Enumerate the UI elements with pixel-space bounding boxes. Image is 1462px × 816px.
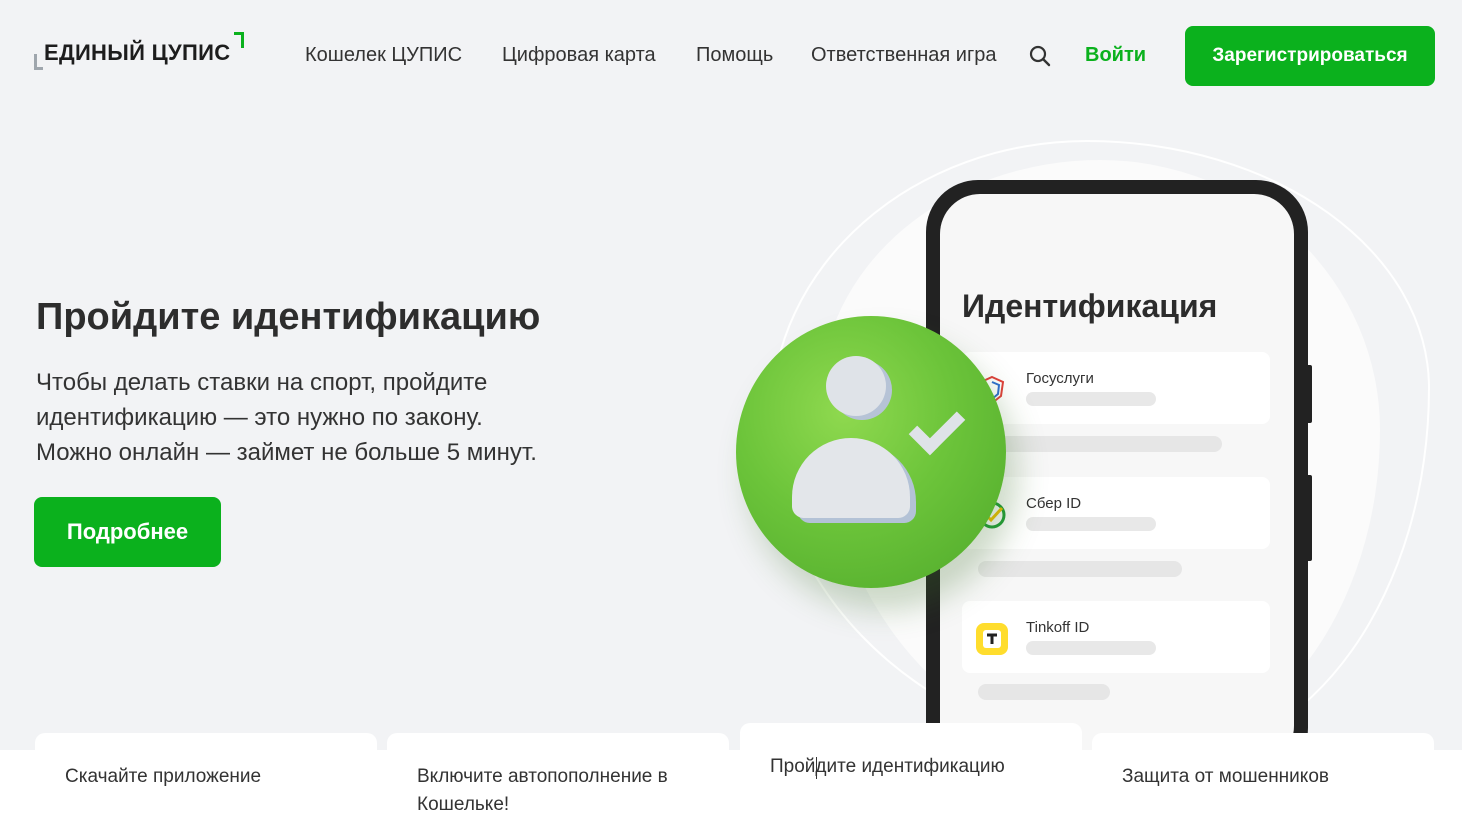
logo-corner-right bbox=[234, 32, 244, 48]
placeholder-bar bbox=[1026, 517, 1156, 531]
logo-text: ЕДИНЫЙ ЦУПИС bbox=[44, 40, 231, 65]
site-header: ЕДИНЫЙ ЦУПИС Кошелек ЦУПИС Цифровая карт… bbox=[0, 0, 1462, 112]
hero-title: Пройдите идентификацию bbox=[36, 296, 541, 338]
checkmark-icon bbox=[908, 398, 966, 456]
placeholder-bar bbox=[978, 561, 1182, 577]
tinkoff-id-option: Tinkoff ID bbox=[962, 601, 1270, 673]
register-button[interactable]: Зарегистрироваться bbox=[1185, 26, 1435, 86]
option-label: Tinkoff ID bbox=[1026, 619, 1090, 636]
logo-corner-left bbox=[34, 54, 43, 70]
identification-illustration: Идентификация Госуслуги Сбер ID Tinkoff … bbox=[700, 110, 1462, 780]
more-button[interactable]: Подробнее bbox=[34, 497, 221, 567]
gosuslugi-option: Госуслуги bbox=[962, 352, 1270, 424]
search-icon[interactable] bbox=[1028, 44, 1052, 68]
placeholder-bar bbox=[978, 436, 1222, 452]
placeholder-bar bbox=[978, 684, 1110, 700]
hero-text-line: Можно онлайн — займет не больше 5 минут. bbox=[36, 439, 537, 466]
nav-digital-card[interactable]: Цифровая карта bbox=[502, 44, 656, 67]
option-label: Сбер ID bbox=[1026, 495, 1082, 512]
user-head-icon bbox=[826, 356, 886, 416]
hero-text-line: идентификацию — это нужно по закону. bbox=[36, 404, 483, 431]
nav-responsible-gaming[interactable]: Ответственная игра bbox=[811, 44, 997, 67]
tab-identification[interactable]: Пройдите идентификацию bbox=[770, 753, 1070, 781]
screen-title: Идентификация bbox=[962, 288, 1218, 324]
placeholder-bar bbox=[1026, 392, 1156, 406]
option-label: Госуслуги bbox=[1026, 370, 1094, 387]
user-body-icon bbox=[792, 438, 910, 518]
login-link[interactable]: Войти bbox=[1085, 44, 1146, 67]
sber-id-option: Сбер ID bbox=[962, 477, 1270, 549]
hero-description: Чтобы делать ставки на спорт, пройдите и… bbox=[36, 365, 636, 470]
text-cursor bbox=[816, 757, 817, 779]
tab-autorefill[interactable]: Включите автопополнение в Кошельке! bbox=[417, 763, 717, 816]
hero-text-line: Чтобы делать ставки на спорт, пройдите bbox=[36, 369, 488, 396]
placeholder-bar bbox=[1026, 641, 1156, 655]
tab-fraud-protection[interactable]: Защита от мошенников bbox=[1122, 763, 1422, 791]
tab-download-app[interactable]: Скачайте приложение bbox=[65, 763, 365, 791]
nav-wallet[interactable]: Кошелек ЦУПИС bbox=[305, 44, 462, 67]
verified-user-badge bbox=[736, 316, 1006, 588]
tinkoff-id-icon bbox=[976, 623, 1008, 655]
logo[interactable]: ЕДИНЫЙ ЦУПИС bbox=[34, 32, 249, 74]
nav-help[interactable]: Помощь bbox=[696, 44, 773, 67]
